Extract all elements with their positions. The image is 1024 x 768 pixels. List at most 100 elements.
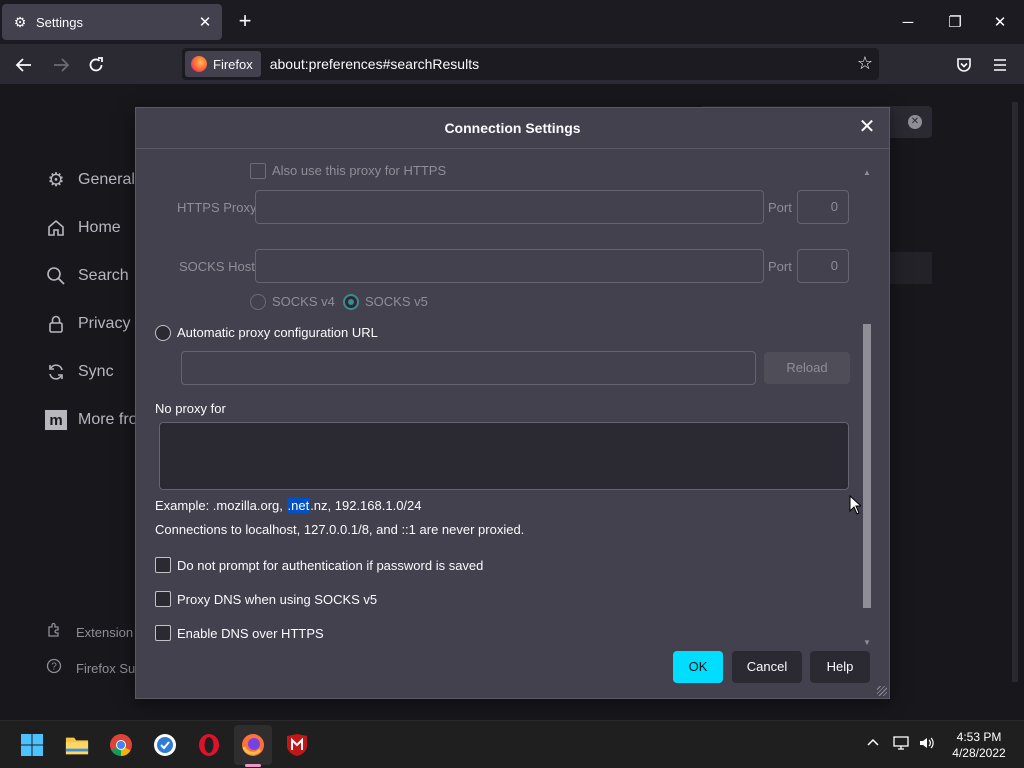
puzzle-icon (46, 622, 62, 642)
sidebar-item-general[interactable]: ⚙ General (44, 168, 135, 192)
minimize-button[interactable]: ─ (896, 10, 920, 34)
dialog-title-divider (136, 148, 889, 149)
firefox-icon[interactable] (241, 733, 265, 757)
sidebar-footer-label: Extension (76, 624, 134, 640)
cancel-button[interactable]: Cancel (732, 651, 802, 683)
new-tab-button[interactable]: + (233, 10, 257, 34)
scroll-down-arrow-icon[interactable]: ▼ (863, 638, 871, 647)
search-result-highlight (888, 252, 932, 284)
sidebar-footer-firefox-support[interactable]: ? Firefox Su (46, 658, 135, 678)
clock-date: 4/28/2022 (952, 746, 1006, 760)
auto-proxy-url-input[interactable] (181, 351, 756, 385)
example-selected-text: .net (286, 498, 311, 513)
sidebar-footer-extensions[interactable]: Extension (46, 622, 133, 642)
also-use-for-https-checkbox[interactable] (250, 163, 266, 179)
network-icon[interactable] (893, 735, 911, 754)
example-suffix: .nz, 192.168.1.0/24 (310, 498, 422, 513)
socks-v4-radio[interactable] (250, 294, 266, 310)
opera-icon[interactable] (197, 733, 221, 757)
localhost-note: Connections to localhost, 127.0.0.1/8, a… (155, 522, 525, 537)
also-use-for-https-label: Also use this proxy for HTTPS (272, 163, 447, 178)
sidebar-item-label: Search (78, 267, 129, 284)
mcafee-icon[interactable] (285, 733, 309, 757)
sidebar-item-label: More fro (78, 411, 138, 428)
close-window-button[interactable]: ✕ (988, 10, 1012, 34)
help-button[interactable]: Help (810, 651, 870, 683)
ok-button[interactable]: OK (673, 651, 723, 683)
proxy-dns-checkbox[interactable] (155, 591, 171, 607)
identity-label: Firefox (213, 56, 253, 72)
example-text: Example: .mozilla.org, .net.nz, 192.168.… (155, 498, 422, 513)
clock-time: 4:53 PM (956, 730, 1002, 744)
socks-v4-label: SOCKS v4 (272, 294, 335, 309)
https-port-input[interactable]: 0 (797, 190, 849, 224)
identity-box[interactable]: Firefox (185, 51, 261, 77)
navigation-bar: Firefox about:preferences#searchResults … (0, 44, 1024, 84)
page-scrollbar[interactable] (1012, 102, 1018, 682)
socks-port-label: Port (768, 259, 792, 274)
auto-proxy-radio[interactable] (155, 325, 171, 341)
forward-button[interactable] (48, 52, 74, 78)
socks-host-input[interactable] (255, 249, 764, 283)
sidebar-item-home[interactable]: Home (44, 216, 121, 240)
socks-port-input[interactable]: 0 (797, 249, 849, 283)
start-icon[interactable] (20, 733, 44, 757)
dialog-scrollbar[interactable]: ▲ ▼ (860, 164, 874, 650)
clear-search-icon[interactable]: ✕ (908, 115, 922, 129)
no-proxy-for-label: No proxy for (155, 401, 226, 416)
https-port-label: Port (768, 200, 792, 215)
connection-settings-dialog: Connection Settings ✕ Also use this prox… (135, 107, 890, 699)
socks-host-label: SOCKS Host (179, 259, 255, 274)
url-bar[interactable]: Firefox about:preferences#searchResults … (182, 48, 879, 80)
svg-text:?: ? (51, 662, 57, 673)
example-prefix: Example: .mozilla.org, (155, 498, 287, 513)
sidebar-item-privacy[interactable]: Privacy & (44, 312, 146, 336)
volume-icon[interactable] (918, 735, 936, 754)
hamburger-menu-icon (994, 59, 1006, 71)
search-icon (44, 264, 68, 288)
restore-button[interactable]: ❐ (943, 10, 967, 34)
no-prompt-auth-checkbox[interactable] (155, 557, 171, 573)
no-proxy-for-textarea[interactable] (159, 422, 849, 490)
file-explorer-icon[interactable] (65, 733, 89, 757)
brave-icon[interactable] (153, 733, 177, 757)
show-hidden-icons-chevron-icon[interactable] (866, 735, 880, 752)
forward-arrow-icon (54, 58, 70, 72)
sidebar-item-search[interactable]: Search (44, 264, 129, 288)
tab-strip: ⚙ Settings ✕ + ─ ❐ ✕ (0, 0, 1024, 44)
gear-icon: ⚙ (47, 169, 65, 191)
reload-icon (89, 57, 103, 72)
reload-pac-button[interactable]: Reload (764, 352, 850, 384)
back-button[interactable] (11, 52, 37, 78)
mozilla-icon: m (44, 408, 68, 432)
firefox-logo-icon (191, 56, 207, 72)
proxy-dns-label: Proxy DNS when using SOCKS v5 (177, 592, 378, 607)
https-proxy-input[interactable] (255, 190, 764, 224)
chrome-icon[interactable] (109, 733, 133, 757)
taskbar-clock[interactable]: 4:53 PM 4/28/2022 (940, 729, 1018, 761)
reload-button[interactable] (83, 52, 109, 78)
tab-settings[interactable]: ⚙ Settings ✕ (2, 4, 222, 40)
app-menu-button[interactable] (987, 52, 1013, 78)
socks-v5-radio[interactable] (343, 294, 359, 310)
scrollbar-thumb[interactable] (863, 324, 871, 608)
close-tab-icon[interactable]: ✕ (196, 13, 214, 31)
sidebar-item-label: Sync (78, 363, 114, 380)
bookmark-star-icon[interactable]: ☆ (857, 53, 873, 74)
sidebar-item-label: General (78, 171, 135, 188)
sidebar-footer-label: Firefox Su (76, 660, 136, 676)
sidebar-item-sync[interactable]: Sync (44, 360, 114, 384)
resize-grip-icon[interactable] (877, 686, 887, 696)
active-app-indicator (245, 764, 261, 767)
scroll-up-arrow-icon[interactable]: ▲ (863, 168, 871, 177)
no-prompt-auth-label: Do not prompt for authentication if pass… (177, 558, 484, 573)
mouse-cursor-icon (849, 495, 861, 515)
dialog-title: Connection Settings (444, 120, 581, 136)
pocket-button[interactable] (951, 52, 977, 78)
url-text[interactable]: about:preferences#searchResults (270, 56, 479, 72)
dialog-close-icon[interactable]: ✕ (857, 117, 877, 138)
sidebar-item-label: Home (78, 219, 121, 236)
gear-icon: ⚙ (13, 13, 27, 30)
enable-doh-checkbox[interactable] (155, 625, 171, 641)
sidebar-item-more-from-mozilla[interactable]: m More fro (44, 408, 138, 432)
